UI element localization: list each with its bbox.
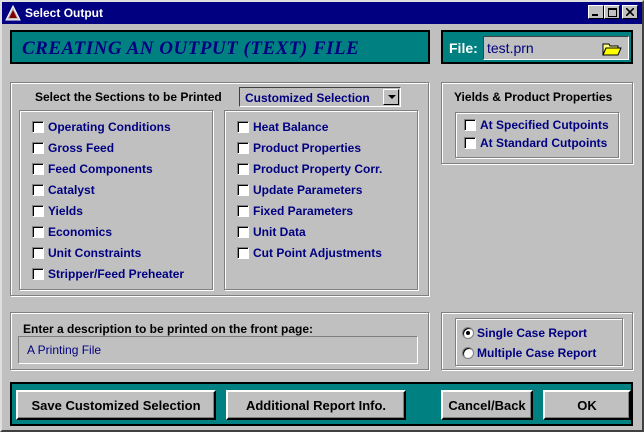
checkbox-heat-balance[interactable]: Heat Balance — [237, 119, 328, 135]
cancel-back-button[interactable]: Cancel/Back — [441, 390, 533, 420]
sections-group: Select the Sections to be Printed Custom… — [10, 82, 429, 296]
checkbox[interactable] — [464, 137, 476, 149]
checkbox-stripper-feed-preheater[interactable]: Stripper/Feed Preheater — [32, 266, 184, 282]
checkbox-label: Stripper/Feed Preheater — [48, 267, 185, 281]
radio-button[interactable] — [462, 347, 474, 359]
checkbox-at-specified-cutpoints[interactable]: At Specified Cutpoints — [464, 117, 609, 133]
folder-open-icon[interactable] — [602, 42, 622, 56]
description-input[interactable]: A Printing File — [18, 336, 418, 364]
checkbox-label: Unit Constraints — [48, 246, 142, 260]
sections-right-column: Heat Balance Product Properties Product … — [224, 110, 418, 290]
checkbox-economics[interactable]: Economics — [32, 224, 112, 240]
checkbox-label: Catalyst — [48, 183, 95, 197]
selection-mode-value: Customized Selection — [245, 91, 370, 105]
file-panel: File: test.prn — [441, 30, 633, 64]
additional-report-info-button[interactable]: Additional Report Info. — [226, 390, 406, 420]
description-value: A Printing File — [27, 343, 102, 357]
checkbox[interactable] — [237, 184, 249, 196]
checkbox-label: Feed Components — [48, 162, 153, 176]
radio-label: Multiple Case Report — [477, 346, 597, 360]
checkbox[interactable] — [32, 226, 44, 238]
checkbox[interactable] — [237, 226, 249, 238]
selection-mode-dropdown[interactable]: Customized Selection — [239, 87, 401, 107]
close-button[interactable] — [622, 5, 638, 19]
checkbox-fixed-parameters[interactable]: Fixed Parameters — [237, 203, 353, 219]
checkbox[interactable] — [32, 184, 44, 196]
checkbox[interactable] — [32, 268, 44, 280]
checkbox[interactable] — [32, 205, 44, 217]
yields-options: At Specified Cutpoints At Standard Cutpo… — [455, 112, 619, 158]
file-label: File: — [449, 40, 478, 56]
checkbox-label: Yields — [48, 204, 83, 218]
checkbox[interactable] — [237, 142, 249, 154]
checkbox-feed-components[interactable]: Feed Components — [32, 161, 153, 177]
maximize-icon — [607, 7, 617, 17]
checkbox-unit-constraints[interactable]: Unit Constraints — [32, 245, 141, 261]
report-type-group: Single Case Report Multiple Case Report — [441, 312, 633, 370]
select-output-window: Select Output CREATING AN OUTPUT (TEXT) … — [0, 0, 644, 432]
ok-button[interactable]: OK — [543, 390, 631, 420]
checkbox[interactable] — [237, 205, 249, 217]
checkbox-label: Economics — [48, 225, 113, 239]
save-customized-selection-button[interactable]: Save Customized Selection — [16, 390, 216, 420]
maximize-button[interactable] — [604, 5, 620, 19]
checkbox[interactable] — [237, 163, 249, 175]
file-name-field[interactable]: test.prn — [483, 36, 629, 60]
checkbox[interactable] — [32, 247, 44, 259]
radio-single-case-report[interactable]: Single Case Report — [462, 325, 587, 341]
checkbox-label: Heat Balance — [253, 120, 329, 134]
checkbox-at-standard-cutpoints[interactable]: At Standard Cutpoints — [464, 135, 607, 151]
app-icon — [5, 4, 21, 21]
checkbox-label: At Standard Cutpoints — [480, 136, 608, 150]
button-bar: Save Customized Selection Additional Rep… — [10, 382, 633, 426]
checkbox-yields[interactable]: Yields — [32, 203, 83, 219]
checkbox-unit-data[interactable]: Unit Data — [237, 224, 306, 240]
header-panel: CREATING AN OUTPUT (TEXT) FILE — [10, 30, 430, 64]
checkbox[interactable] — [464, 119, 476, 131]
radio-multiple-case-report[interactable]: Multiple Case Report — [462, 345, 596, 361]
checkbox-label: Operating Conditions — [48, 120, 171, 134]
checkbox[interactable] — [237, 121, 249, 133]
description-label: Enter a description to be printed on the… — [23, 322, 314, 336]
checkbox-operating-conditions[interactable]: Operating Conditions — [32, 119, 171, 135]
checkbox-label: Product Properties — [253, 141, 362, 155]
checkbox-update-parameters[interactable]: Update Parameters — [237, 182, 362, 198]
file-name-value: test.prn — [487, 40, 534, 56]
yields-group: Yields & Product Properties At Specified… — [441, 82, 633, 164]
checkbox-gross-feed[interactable]: Gross Feed — [32, 140, 114, 156]
checkbox[interactable] — [237, 247, 249, 259]
checkbox-label: Unit Data — [253, 225, 306, 239]
checkbox-cut-point-adjustments[interactable]: Cut Point Adjustments — [237, 245, 382, 261]
minimize-button[interactable] — [588, 5, 604, 19]
yields-label: Yields & Product Properties — [454, 90, 613, 104]
checkbox-product-properties[interactable]: Product Properties — [237, 140, 361, 156]
checkbox-label: At Specified Cutpoints — [480, 118, 609, 132]
report-options: Single Case Report Multiple Case Report — [455, 318, 623, 366]
page-title: CREATING AN OUTPUT (TEXT) FILE — [22, 38, 360, 59]
window-title: Select Output — [25, 6, 104, 20]
checkbox-product-property-corr[interactable]: Product Property Corr. — [237, 161, 382, 177]
minimize-icon — [592, 14, 598, 16]
checkbox[interactable] — [32, 121, 44, 133]
close-icon — [626, 8, 634, 16]
checkbox[interactable] — [32, 163, 44, 175]
sections-left-column: Operating Conditions Gross Feed Feed Com… — [19, 110, 213, 290]
checkbox-catalyst[interactable]: Catalyst — [32, 182, 95, 198]
description-group: Enter a description to be printed on the… — [10, 312, 429, 370]
sections-label: Select the Sections to be Printed — [35, 90, 222, 104]
checkbox-label: Update Parameters — [253, 183, 363, 197]
checkbox-label: Product Property Corr. — [253, 162, 383, 176]
chevron-down-icon[interactable] — [383, 89, 399, 105]
checkbox-label: Cut Point Adjustments — [253, 246, 382, 260]
radio-button[interactable] — [462, 327, 474, 339]
checkbox[interactable] — [32, 142, 44, 154]
checkbox-label: Fixed Parameters — [253, 204, 354, 218]
title-bar[interactable]: Select Output — [2, 2, 642, 24]
radio-label: Single Case Report — [477, 326, 588, 340]
checkbox-label: Gross Feed — [48, 141, 115, 155]
